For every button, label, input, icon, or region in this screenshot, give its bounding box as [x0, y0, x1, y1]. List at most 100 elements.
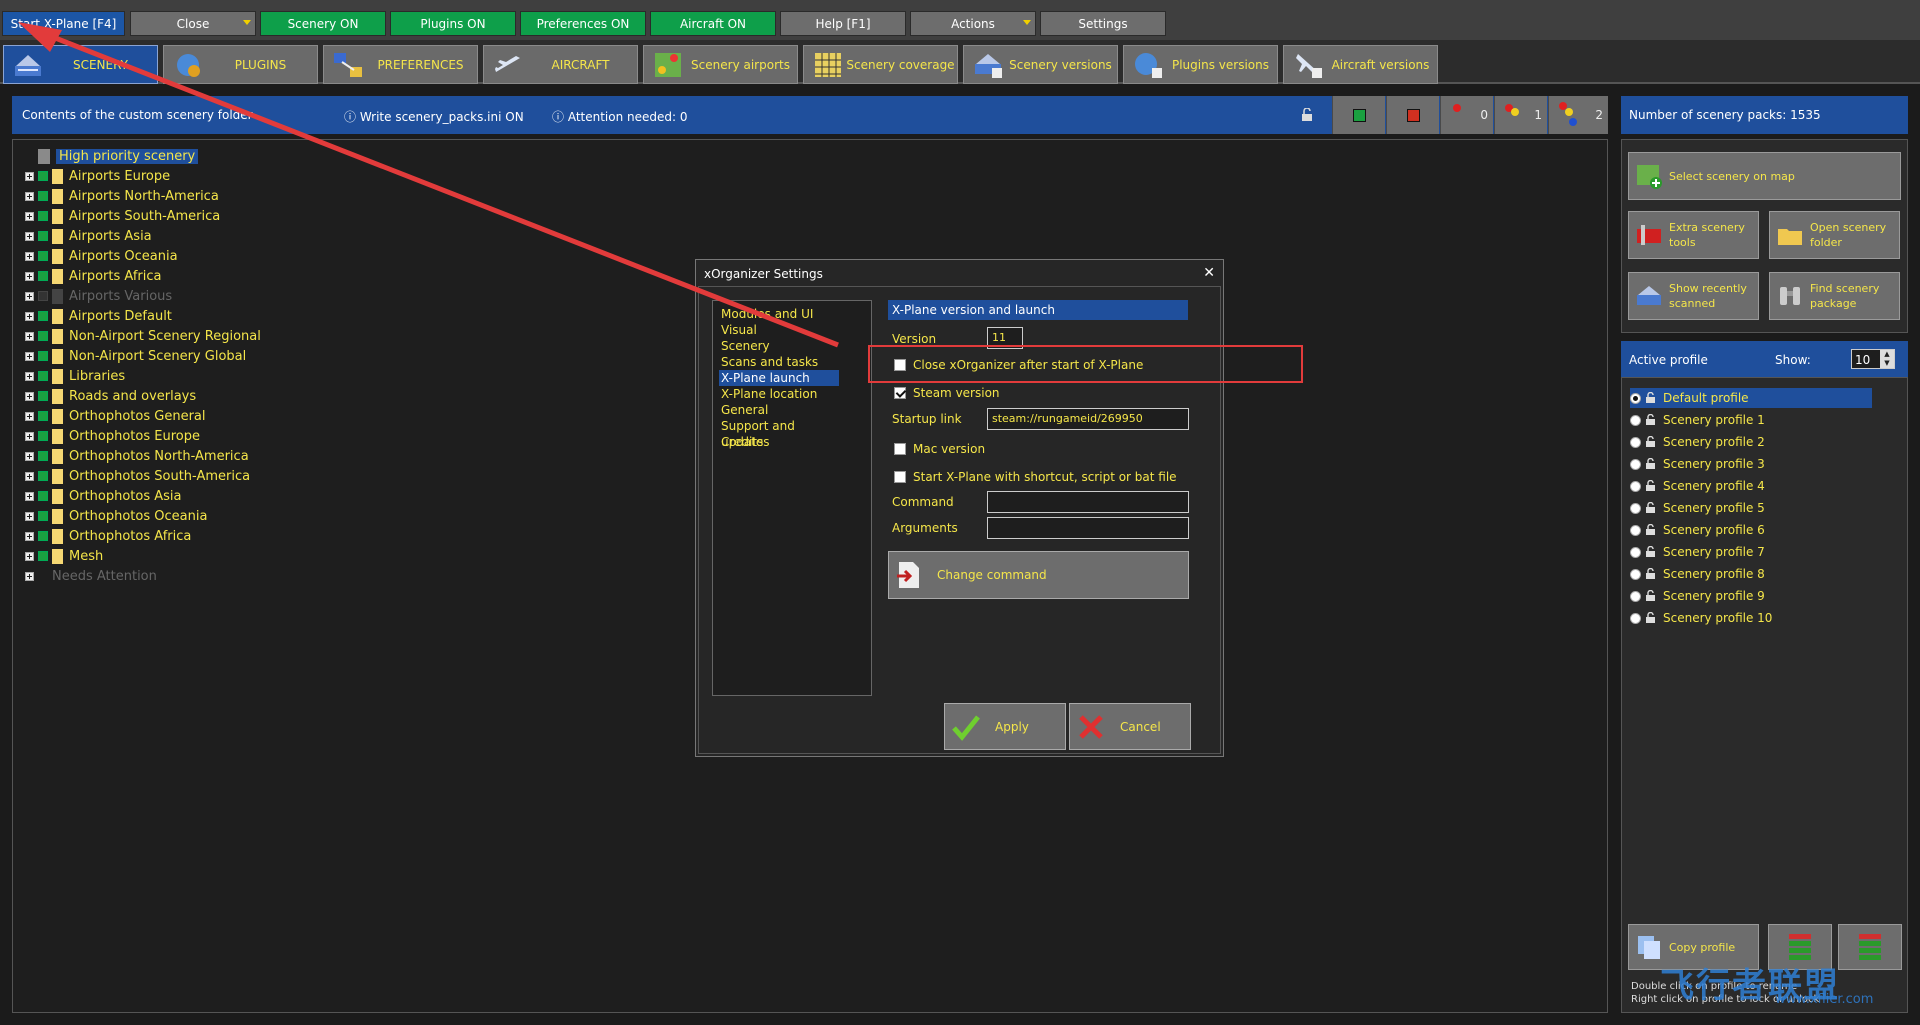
unlock-icon[interactable]	[1300, 108, 1314, 122]
enabled-icon[interactable]	[38, 431, 48, 441]
tab-plugins[interactable]: PLUGINS	[163, 45, 318, 84]
select-on-map-button[interactable]: Select scenery on map	[1628, 152, 1901, 200]
expand-icon[interactable]	[25, 471, 34, 481]
startup-link-field[interactable]: steam://rungameid/269950	[987, 408, 1189, 430]
nav-scenery[interactable]: Scenery	[719, 338, 839, 354]
filter-green-button[interactable]	[1332, 96, 1385, 134]
tree-item[interactable]: Airports Various	[25, 286, 172, 306]
nav-general[interactable]: General	[719, 402, 839, 418]
write-ini-status[interactable]: ⓘ Write scenery_packs.ini ON	[344, 108, 524, 125]
tree-item[interactable]: Mesh	[25, 546, 103, 566]
tree-item[interactable]: Non-Airport Scenery Global	[25, 346, 246, 366]
move-profile-down-button[interactable]	[1838, 924, 1902, 970]
enabled-icon[interactable]	[38, 551, 48, 561]
expand-icon[interactable]	[25, 351, 34, 361]
nav-xplane-location[interactable]: X-Plane location	[719, 386, 839, 402]
open-folder-button[interactable]: Open scenery folder	[1769, 211, 1900, 259]
enabled-icon[interactable]	[38, 231, 48, 241]
enabled-icon[interactable]	[38, 171, 48, 181]
enabled-icon[interactable]	[38, 511, 48, 521]
help-button[interactable]: Help [F1]	[780, 11, 906, 36]
profile-item[interactable]: Scenery profile 2	[1630, 432, 1872, 452]
cancel-button[interactable]: Cancel	[1069, 703, 1191, 750]
expand-icon[interactable]	[25, 431, 34, 441]
expand-icon[interactable]	[25, 371, 34, 381]
show-recent-button[interactable]: Show recently scanned	[1628, 272, 1759, 320]
profile-item[interactable]: Scenery profile 1	[1630, 410, 1872, 430]
stepper-down-icon[interactable]: ▼	[1880, 359, 1894, 368]
tree-item[interactable]: Airports Asia	[25, 226, 152, 246]
tree-item[interactable]: Roads and overlays	[25, 386, 196, 406]
tree-item[interactable]: Orthophotos North-America	[25, 446, 249, 466]
tree-item[interactable]: Orthophotos Asia	[25, 486, 182, 506]
tree-item[interactable]: Orthophotos Europe	[25, 426, 200, 446]
radio-icon[interactable]	[1630, 590, 1641, 602]
enabled-icon[interactable]	[38, 291, 48, 301]
expand-icon[interactable]	[25, 491, 34, 501]
enabled-icon[interactable]	[38, 311, 48, 321]
enabled-icon[interactable]	[38, 191, 48, 201]
tree-item[interactable]: Airports Default	[25, 306, 172, 326]
tab-aircraft-versions[interactable]: Aircraft versions	[1283, 45, 1438, 84]
radio-icon[interactable]	[1630, 414, 1641, 426]
nav-modules-ui[interactable]: Modules and UI	[719, 306, 839, 322]
stepper-up-icon[interactable]: ▲	[1880, 350, 1894, 359]
tab-preferences[interactable]: PREFERENCES	[323, 45, 478, 84]
command-field[interactable]	[987, 491, 1189, 513]
apply-button[interactable]: Apply	[944, 703, 1066, 750]
tree-item[interactable]: Non-Airport Scenery Regional	[25, 326, 261, 346]
expand-icon[interactable]	[25, 511, 34, 521]
profile-item[interactable]: Scenery profile 8	[1630, 564, 1872, 584]
enabled-icon[interactable]	[38, 411, 48, 421]
tree-item[interactable]: Orthophotos General	[25, 406, 206, 426]
expand-icon[interactable]	[25, 411, 34, 421]
profile-item[interactable]: Scenery profile 5	[1630, 498, 1872, 518]
tree-item[interactable]: Airports South-America	[25, 206, 220, 226]
close-dropdown-button[interactable]: Close	[130, 11, 256, 36]
filter-count-0-button[interactable]: 0	[1440, 96, 1493, 134]
enabled-icon[interactable]	[38, 531, 48, 541]
settings-button[interactable]: Settings	[1040, 11, 1166, 36]
tree-item[interactable]: Airports North-America	[25, 186, 219, 206]
plugins-on-button[interactable]: Plugins ON	[390, 11, 516, 36]
enabled-icon[interactable]	[38, 371, 48, 381]
tab-scenery-airports[interactable]: Scenery airports	[643, 45, 798, 84]
profile-item[interactable]: Scenery profile 10	[1630, 608, 1872, 628]
enabled-icon[interactable]	[38, 391, 48, 401]
enabled-icon[interactable]	[38, 351, 48, 361]
nav-visual[interactable]: Visual	[719, 322, 839, 338]
find-package-button[interactable]: Find scenery package	[1769, 272, 1900, 320]
expand-icon[interactable]	[25, 331, 34, 341]
radio-icon[interactable]	[1630, 458, 1641, 470]
expand-icon[interactable]	[25, 191, 34, 201]
start-with-shortcut-checkbox[interactable]	[894, 471, 906, 483]
nav-credits[interactable]: Credits	[719, 434, 839, 450]
tab-plugins-versions[interactable]: Plugins versions	[1123, 45, 1278, 84]
tree-item[interactable]: Airports Oceania	[25, 246, 178, 266]
expand-icon[interactable]	[25, 171, 34, 181]
aircraft-on-button[interactable]: Aircraft ON	[650, 11, 776, 36]
tree-item[interactable]: Needs Attention	[25, 566, 157, 586]
profile-item[interactable]: Scenery profile 6	[1630, 520, 1872, 540]
radio-icon[interactable]	[1630, 568, 1641, 580]
enabled-icon[interactable]	[38, 471, 48, 481]
arguments-field[interactable]	[987, 517, 1189, 539]
expand-icon[interactable]	[25, 271, 34, 281]
close-icon[interactable]: ✕	[1203, 265, 1215, 281]
scenery-on-button[interactable]: Scenery ON	[260, 11, 386, 36]
start-xplane-button[interactable]: Start X-Plane [F4]	[2, 11, 125, 36]
radio-icon[interactable]	[1630, 612, 1641, 624]
radio-icon[interactable]	[1630, 436, 1641, 448]
change-command-button[interactable]: Change command	[888, 551, 1189, 599]
tree-item-high-priority[interactable]: High priority scenery	[25, 146, 199, 166]
actions-dropdown-button[interactable]: Actions	[910, 11, 1036, 36]
profile-item[interactable]: Scenery profile 9	[1630, 586, 1872, 606]
expand-icon[interactable]	[25, 311, 34, 321]
profile-item[interactable]: Scenery profile 7	[1630, 542, 1872, 562]
tab-scenery[interactable]: SCENERY	[3, 45, 158, 84]
enabled-icon[interactable]	[38, 331, 48, 341]
expand-icon[interactable]	[25, 231, 34, 241]
radio-icon[interactable]	[1630, 502, 1641, 514]
tab-scenery-coverage[interactable]: Scenery coverage	[803, 45, 958, 84]
expand-icon[interactable]	[25, 251, 34, 261]
